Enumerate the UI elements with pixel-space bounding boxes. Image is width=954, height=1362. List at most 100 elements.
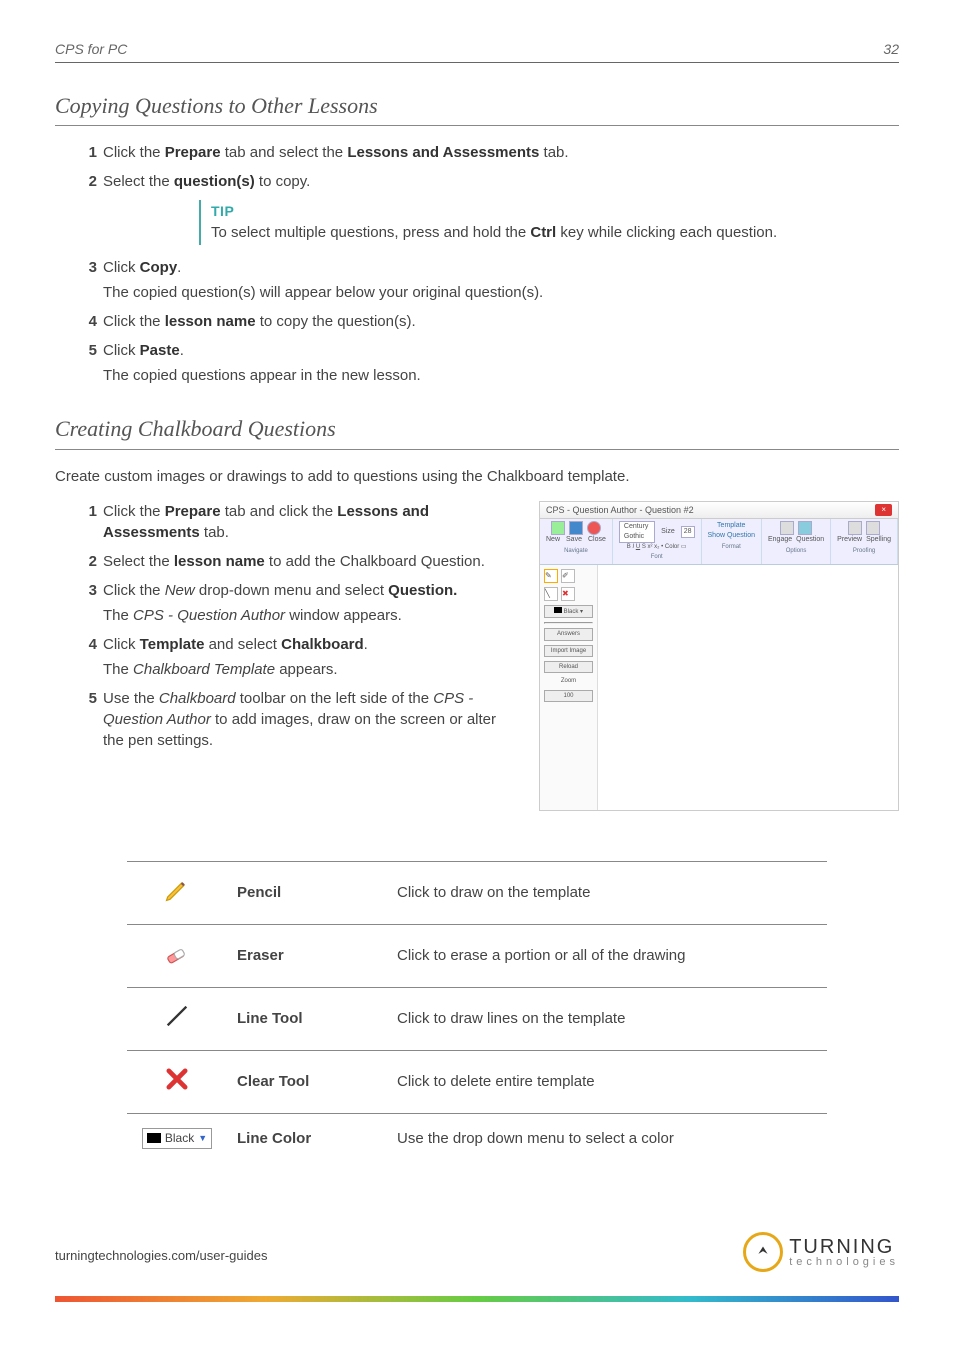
spelling-icon[interactable] — [866, 521, 880, 535]
close-label: Close — [588, 535, 606, 545]
tool-desc: Click to draw lines on the template — [387, 987, 827, 1050]
save-label: Save — [566, 535, 582, 545]
step-1: 1Click the Prepare tab and select the Le… — [79, 142, 899, 163]
turning-logo: TURNING technologies — [743, 1232, 899, 1272]
font-name[interactable]: Century Gothic — [619, 521, 655, 543]
step-text: Select the lesson name to add the Chalkb… — [103, 553, 485, 570]
chevron-down-icon: ▼ — [198, 1132, 207, 1145]
reload-button[interactable]: Reload — [544, 661, 593, 673]
tool-name: Line Color — [227, 1113, 387, 1155]
ribbon-proofing: PreviewSpelling Proofing — [831, 519, 898, 563]
step-text: Click Paste. — [103, 342, 184, 359]
page-number: 32 — [883, 40, 899, 60]
question-icon[interactable] — [798, 521, 812, 535]
step-text: Click the Prepare tab and select the Les… — [103, 144, 569, 161]
color-swatch — [147, 1133, 161, 1143]
font-group-label: Font — [651, 553, 663, 561]
zoom-value[interactable]: 100 — [544, 690, 593, 702]
line-tool-icon[interactable]: ╲ — [544, 587, 558, 601]
step-3: 3Click the New drop-down menu and select… — [79, 580, 519, 626]
showq-label[interactable]: Show Question — [708, 531, 755, 541]
engage-icon[interactable] — [780, 521, 794, 535]
section-heading-copying: Copying Questions to Other Lessons — [55, 91, 899, 127]
logo-mark — [743, 1232, 783, 1272]
chalkboard-tools-table: Pencil Click to draw on the template Era… — [127, 861, 827, 1155]
steps-copying: 1Click the Prepare tab and select the Le… — [55, 142, 899, 386]
size-label: Size — [661, 527, 675, 537]
step-2: 2Select the lesson name to add the Chalk… — [79, 551, 519, 572]
step-text: Use the Chalkboard toolbar on the left s… — [103, 690, 496, 749]
logo-text-main: TURNING — [789, 1237, 899, 1257]
navigate-group-label: Navigate — [564, 547, 588, 555]
proofing-group-label: Proofing — [853, 547, 875, 555]
tool-name: Pencil — [227, 861, 387, 924]
chalkboard-canvas[interactable] — [598, 565, 898, 811]
line-color-dropdown[interactable]: Black ▼ — [142, 1128, 212, 1149]
ribbon: New Save Close Navigate Century Gothic S… — [540, 519, 898, 564]
step-text: Click Copy. — [103, 259, 181, 276]
section-intro: Create custom images or drawings to add … — [55, 466, 899, 487]
table-row: Clear Tool Click to delete entire templa… — [127, 1050, 827, 1113]
line-tool-icon — [163, 1002, 191, 1030]
tool-desc: Use the drop down menu to select a color — [387, 1113, 827, 1155]
eraser-icon — [163, 939, 191, 967]
step-sub: The CPS - Question Author window appears… — [103, 605, 519, 626]
tip-title: TIP — [211, 202, 879, 222]
color-label[interactable]: Color — [665, 544, 679, 550]
page-footer: turningtechnologies.com/user-guides TURN… — [55, 1245, 899, 1266]
tool-desc: Click to delete entire template — [387, 1050, 827, 1113]
chalkboard-toolbar: ✎ ✐ ╲ ✖ Black ▾ Answers Import Image Rel… — [540, 565, 598, 811]
tool-name: Line Tool — [227, 987, 387, 1050]
step-1: 1Click the Prepare tab and click the Les… — [79, 501, 519, 543]
step-4: 4Click Template and select Chalkboard.Th… — [79, 634, 519, 680]
answers-button[interactable]: Answers — [544, 628, 593, 640]
format-group-label: Format — [722, 543, 741, 551]
close-icon[interactable]: × — [875, 504, 892, 515]
steps-chalkboard: 1Click the Prepare tab and click the Les… — [55, 501, 519, 759]
ribbon-format: Template Show Question Format — [702, 519, 762, 563]
table-row: Eraser Click to erase a portion or all o… — [127, 924, 827, 987]
new-icon[interactable] — [551, 521, 565, 535]
pencil-tool-icon[interactable]: ✎ — [544, 569, 558, 583]
step-5: 5Click Paste.The copied questions appear… — [79, 340, 899, 386]
step-sub: The copied question(s) will appear below… — [103, 282, 899, 303]
window-title: CPS - Question Author - Question #2 — [546, 504, 694, 517]
ribbon-font: Century Gothic Size 28 B I U S x² x₂ • C… — [613, 519, 702, 563]
clear-tool-icon — [163, 1065, 191, 1093]
size-value[interactable]: 28 — [681, 526, 695, 538]
step-3: 3Click Copy.The copied question(s) will … — [79, 257, 899, 303]
ribbon-options: EngageQuestion Options — [762, 519, 831, 563]
tip-body: To select multiple questions, press and … — [211, 222, 879, 243]
tool-name: Clear Tool — [227, 1050, 387, 1113]
step-text: Click the lesson name to copy the questi… — [103, 313, 416, 330]
new-label: New — [546, 535, 560, 545]
ribbon-navigate: New Save Close Navigate — [540, 519, 613, 563]
options-group-label: Options — [786, 547, 807, 555]
question-author-screenshot: CPS - Question Author - Question #2 × Ne… — [539, 501, 899, 811]
tool-name: Eraser — [227, 924, 387, 987]
tool-desc: Click to erase a portion or all of the d… — [387, 924, 827, 987]
import-image-button[interactable]: Import Image — [544, 645, 593, 657]
table-row: Black ▼ Line Color Use the drop down men… — [127, 1113, 827, 1155]
pencil-icon — [163, 876, 191, 904]
eraser-tool-icon[interactable]: ✐ — [561, 569, 575, 583]
logo-text-sub: technologies — [789, 1257, 899, 1268]
clear-tool-icon[interactable]: ✖ — [561, 587, 575, 601]
tool-desc: Click to draw on the template — [387, 861, 827, 924]
table-row: Line Tool Click to draw lines on the tem… — [127, 987, 827, 1050]
page-header: CPS for PC 32 — [55, 40, 899, 63]
color-dropdown[interactable]: Black ▾ — [544, 605, 593, 618]
step-text: Select the question(s) to copy. — [103, 173, 310, 190]
save-icon[interactable] — [569, 521, 583, 535]
doc-title: CPS for PC — [55, 40, 127, 60]
window-titlebar: CPS - Question Author - Question #2 × — [540, 502, 898, 520]
close-icon2[interactable] — [587, 521, 601, 535]
step-text: Click the New drop-down menu and select … — [103, 582, 457, 599]
zoom-label: Zoom — [544, 677, 593, 685]
preview-icon[interactable] — [848, 521, 862, 535]
step-5: 5Use the Chalkboard toolbar on the left … — [79, 688, 519, 751]
step-2: 2Select the question(s) to copy. TIP To … — [79, 171, 899, 245]
step-sub: The Chalkboard Template appears. — [103, 659, 519, 680]
template-label[interactable]: Template — [717, 521, 745, 531]
color-text: Black — [165, 1130, 194, 1147]
